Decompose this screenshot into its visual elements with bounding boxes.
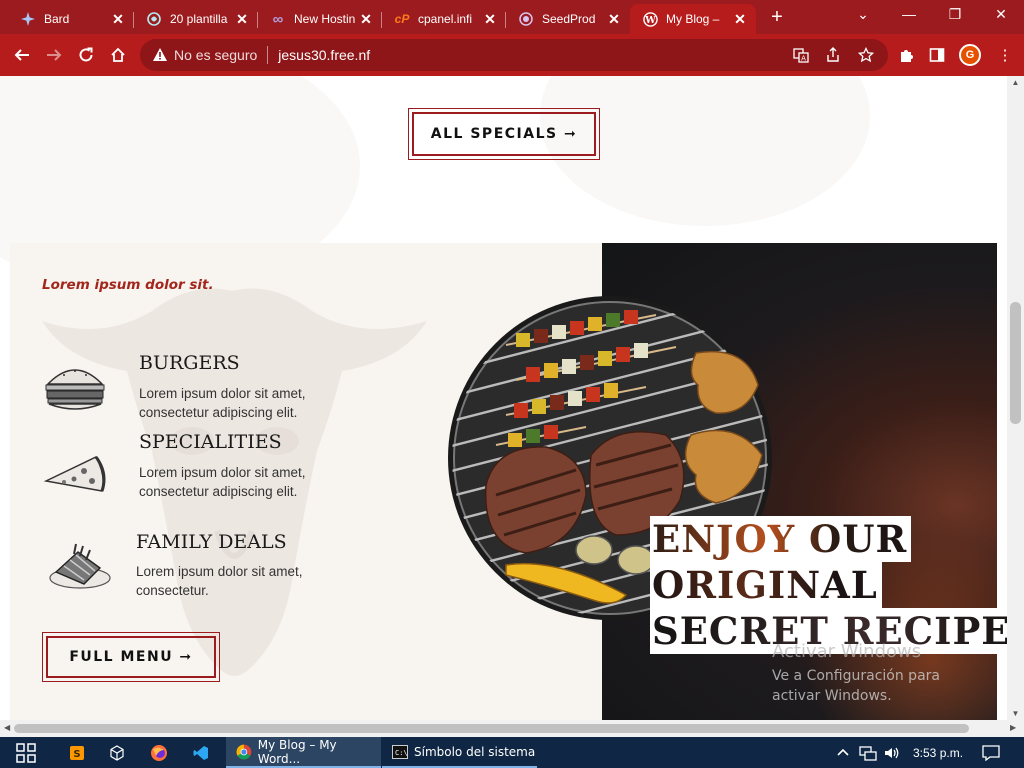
tab-title: New Hostin bbox=[294, 12, 356, 26]
omnibox-divider bbox=[267, 46, 269, 64]
watermark-subtitle: Ve a Configuración para activar Windows. bbox=[772, 668, 940, 704]
headline-line-1: ENJOY OUR bbox=[650, 516, 912, 562]
tab-title: Bard bbox=[44, 12, 70, 26]
tab-bard[interactable]: Bard ✕ bbox=[8, 4, 134, 34]
scroll-left-arrow-icon[interactable]: ◀ bbox=[4, 723, 10, 732]
infinity-icon: ∞ bbox=[272, 10, 284, 28]
windows-taskbar: S My Blog – My Word... C:\ Símbolo del s… bbox=[0, 737, 1024, 768]
bard-icon bbox=[20, 11, 36, 27]
show-hidden-icons-chevron-icon[interactable] bbox=[836, 737, 850, 768]
share-icon[interactable] bbox=[820, 42, 846, 68]
headline-text: ENJOY OUR bbox=[650, 516, 911, 562]
wp-template-icon bbox=[146, 11, 162, 27]
side-panel-icon[interactable] bbox=[924, 42, 950, 68]
ribs-icon bbox=[49, 543, 111, 589]
close-icon[interactable]: ✕ bbox=[358, 11, 374, 28]
headline: ENJOY OUR ORIGINAL SECRET RECIPE bbox=[650, 516, 1015, 654]
taskbar-item-label: Símbolo del sistema bbox=[414, 744, 536, 759]
taskbar-item-cmd[interactable]: C:\ Símbolo del sistema bbox=[382, 737, 537, 768]
tab-title: cpanel.infi bbox=[418, 12, 473, 26]
network-icon[interactable] bbox=[859, 737, 877, 768]
taskbar-item-chrome[interactable]: My Blog – My Word... bbox=[226, 737, 381, 768]
menu-item-description: Lorem ipsum dolor sit amet, consectetur … bbox=[139, 386, 306, 420]
tab-search-chevron-icon[interactable]: ⌄ bbox=[840, 0, 886, 30]
firefox-icon[interactable] bbox=[144, 737, 174, 768]
bookmark-star-icon[interactable] bbox=[853, 42, 879, 68]
menu-item-title: FAMILY DEALS bbox=[136, 531, 287, 553]
scrollbar-thumb[interactable] bbox=[1010, 302, 1021, 424]
close-icon[interactable]: ✕ bbox=[110, 11, 126, 28]
svg-text:S: S bbox=[73, 749, 80, 760]
tab-my-blog[interactable]: W My Blog – ✕ bbox=[630, 4, 756, 34]
tab-title: My Blog – bbox=[666, 12, 720, 26]
kebab-menu-icon[interactable]: ⋮ bbox=[992, 42, 1018, 68]
reload-icon[interactable] bbox=[72, 41, 100, 69]
extensions-puzzle-icon[interactable] bbox=[893, 42, 919, 68]
address-bar[interactable]: No es seguro jesus30.free.nf bbox=[140, 39, 888, 71]
scroll-down-arrow-icon[interactable]: ▼ bbox=[1007, 709, 1024, 718]
clock-time[interactable]: 3:53 p.m. bbox=[913, 737, 963, 768]
restore-button[interactable]: ❐ bbox=[932, 0, 978, 30]
avatar[interactable]: G bbox=[959, 44, 981, 66]
tab-cpanel[interactable]: cP cpanel.infi ✕ bbox=[382, 4, 506, 34]
cpanel-icon: cP bbox=[394, 12, 410, 26]
close-window-button[interactable]: ✕ bbox=[978, 0, 1024, 30]
security-label[interactable]: No es seguro bbox=[174, 47, 257, 63]
watermark-title: Activar Windows bbox=[772, 641, 922, 662]
3d-viewer-icon[interactable] bbox=[102, 737, 132, 768]
tab-strip: Bard ✕ 20 plantilla ✕ ∞ New Hostin ✕ cP … bbox=[0, 0, 1024, 34]
back-arrow-icon[interactable] bbox=[8, 41, 36, 69]
menu-item-description: Lorem ipsum dolor sit amet, consectetur … bbox=[139, 465, 306, 499]
taskbar-item-label: My Blog – My Word... bbox=[257, 737, 337, 766]
warning-icon bbox=[153, 48, 167, 61]
task-view-icon[interactable] bbox=[8, 737, 44, 768]
forward-arrow-icon[interactable] bbox=[40, 41, 68, 69]
menu-item-title: BURGERS bbox=[139, 352, 240, 374]
pizza-slice-icon bbox=[44, 456, 106, 492]
menu-item-title: SPECIALITIES bbox=[139, 431, 282, 453]
minimize-button[interactable]: — bbox=[886, 0, 932, 30]
tab-title: SeedProd bbox=[542, 12, 596, 26]
scroll-up-arrow-icon[interactable]: ▲ bbox=[1007, 78, 1024, 87]
vscode-icon[interactable] bbox=[186, 737, 216, 768]
notifications-icon[interactable] bbox=[982, 737, 1000, 768]
browser-toolbar: No es seguro jesus30.free.nf A ⋮ bbox=[0, 34, 1024, 76]
tab-title: 20 plantilla bbox=[170, 12, 228, 26]
tab-new-hosting[interactable]: ∞ New Hostin ✕ bbox=[258, 4, 382, 34]
headline-text: ORIGINAL bbox=[650, 562, 882, 608]
activate-windows-watermark: Activar Windows Ve a Configuración para … bbox=[772, 641, 992, 706]
scrollbar-thumb[interactable] bbox=[14, 724, 969, 733]
sublime-text-icon[interactable]: S bbox=[62, 737, 92, 768]
translate-icon[interactable]: A bbox=[788, 42, 814, 68]
scroll-right-arrow-icon[interactable]: ▶ bbox=[1010, 723, 1016, 732]
full-menu-button[interactable]: FULL MENU ➞ bbox=[42, 632, 220, 682]
volume-icon[interactable] bbox=[883, 737, 901, 768]
close-icon[interactable]: ✕ bbox=[732, 11, 748, 28]
seedprod-icon bbox=[518, 11, 534, 27]
close-icon[interactable]: ✕ bbox=[482, 11, 498, 28]
horizontal-scrollbar[interactable]: ◀ ▶ bbox=[0, 720, 1024, 737]
menu-item-description: Lorem ipsum dolor sit amet, consectetur. bbox=[136, 564, 303, 598]
close-icon[interactable]: ✕ bbox=[234, 11, 250, 28]
vertical-scrollbar[interactable]: ▲ ▼ bbox=[1007, 76, 1024, 720]
all-specials-button[interactable]: ALL SPECIALS ➞ bbox=[408, 108, 600, 160]
tab-seedprod[interactable]: SeedProd ✕ bbox=[506, 4, 630, 34]
new-tab-button[interactable]: + bbox=[764, 5, 790, 31]
menu-eyebrow: Lorem ipsum dolor sit. bbox=[42, 277, 214, 293]
svg-text:C:\: C:\ bbox=[395, 749, 408, 757]
chrome-icon bbox=[236, 744, 252, 759]
wordpress-icon: W bbox=[642, 11, 658, 27]
home-icon[interactable] bbox=[104, 41, 132, 69]
burger-icon bbox=[45, 369, 105, 410]
cmd-icon: C:\ bbox=[392, 744, 408, 759]
svg-text:W: W bbox=[644, 14, 656, 25]
tab-templates[interactable]: 20 plantilla ✕ bbox=[134, 4, 258, 34]
close-icon[interactable]: ✕ bbox=[606, 11, 622, 28]
svg-text:A: A bbox=[801, 55, 806, 63]
url-text[interactable]: jesus30.free.nf bbox=[278, 47, 370, 63]
headline-line-2: ORIGINAL bbox=[650, 562, 882, 608]
